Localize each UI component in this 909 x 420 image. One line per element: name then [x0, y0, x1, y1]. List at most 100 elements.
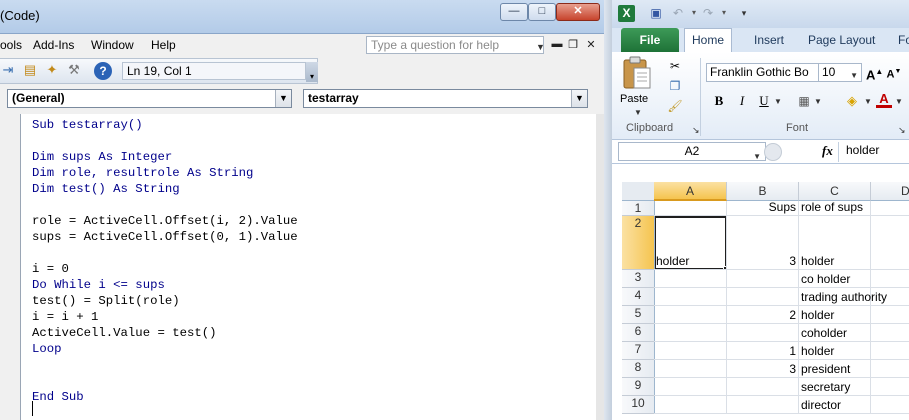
minimize-button[interactable]: —	[500, 3, 528, 21]
cell-a2[interactable]: holder	[654, 216, 727, 270]
column-header-a[interactable]: A	[654, 182, 727, 201]
cell-c8[interactable]: president	[799, 360, 871, 378]
cell-a4[interactable]	[654, 288, 727, 306]
object-dropdown[interactable]: (General) ▼	[7, 89, 292, 108]
tab-insert[interactable]: Insert	[754, 33, 784, 47]
cell-c7[interactable]: holder	[799, 342, 871, 360]
code-line[interactable]	[32, 133, 298, 149]
code-line[interactable]	[32, 357, 298, 373]
cell-c9[interactable]: secretary	[799, 378, 871, 396]
redo-icon[interactable]: ↷	[700, 5, 716, 21]
tab-formulas[interactable]: Fo	[898, 33, 909, 47]
grow-font-icon[interactable]: A▲	[866, 63, 883, 82]
excel-logo-icon[interactable]: X	[618, 5, 635, 22]
code-line[interactable]: Sub testarray()	[32, 117, 298, 133]
cell-d8[interactable]	[871, 360, 909, 378]
mdi-minimize-icon[interactable]: ▬	[550, 38, 564, 50]
chevron-down-icon[interactable]: ▼	[571, 90, 587, 107]
code-line[interactable]: End Sub	[32, 389, 298, 405]
code-line[interactable]: Do While i <= sups	[32, 277, 298, 293]
close-button[interactable]: ✕	[556, 3, 600, 21]
code-line[interactable]: i = 0	[32, 261, 298, 277]
cell-c4[interactable]: trading authority	[799, 288, 887, 306]
cell-d9[interactable]	[871, 378, 909, 396]
code-line[interactable]	[32, 373, 298, 389]
object-browser-icon[interactable]: ✦	[44, 62, 60, 78]
cell-a7[interactable]	[654, 342, 727, 360]
cell-b8[interactable]: 3	[727, 360, 799, 378]
cell-a3[interactable]	[654, 270, 727, 288]
indent-icon[interactable]: ⇥	[0, 62, 16, 78]
maximize-button[interactable]: □	[528, 3, 556, 21]
cell-d5[interactable]	[871, 306, 909, 324]
font-color-icon[interactable]: A	[876, 92, 892, 108]
customize-qat-icon[interactable]: ▾	[736, 5, 752, 21]
code-text[interactable]: Sub testarray() Dim sups As Integer Dim ro…	[32, 117, 298, 405]
paste-dropdown-icon[interactable]: ▼	[634, 108, 642, 117]
procedure-dropdown[interactable]: testarray ▼	[303, 89, 588, 108]
cell-d10[interactable]	[871, 396, 909, 414]
mdi-close-icon[interactable]: ✕	[584, 38, 598, 51]
menu-tools[interactable]: ools	[0, 38, 22, 52]
copy-icon[interactable]: ❐	[667, 78, 683, 94]
cell-b1[interactable]: Sups	[727, 200, 799, 216]
font-size-select[interactable]: 10 ▼	[818, 63, 862, 82]
tab-page-layout[interactable]: Page Layout	[808, 33, 875, 47]
cell-b2[interactable]: 3	[727, 216, 799, 270]
code-line[interactable]: sups = ActiveCell.Offset(0, 1).Value	[32, 229, 298, 245]
cell-b6[interactable]	[727, 324, 799, 342]
paste-icon[interactable]	[622, 56, 652, 90]
cell-b10[interactable]	[727, 396, 799, 414]
row-header[interactable]: 10	[622, 396, 655, 414]
format-painter-icon[interactable]: 🖌	[667, 98, 683, 114]
cell-a1[interactable]	[654, 201, 727, 216]
help-dropdown-icon[interactable]: ▼	[536, 42, 545, 52]
chevron-down-icon[interactable]: ▼	[753, 148, 761, 165]
save-icon[interactable]: ▣	[648, 5, 664, 21]
cell-d4[interactable]	[871, 288, 909, 306]
code-line[interactable]: Dim test() As String	[32, 181, 298, 197]
underline-dropdown-icon[interactable]: ▼	[774, 97, 782, 106]
fill-color-icon[interactable]: ◈	[844, 92, 860, 110]
shrink-font-icon[interactable]: A▼	[886, 63, 902, 81]
cell-d1[interactable]	[871, 201, 909, 216]
cell-a8[interactable]	[654, 360, 727, 378]
column-header-c[interactable]: C	[799, 182, 871, 201]
help-search-input[interactable]: Type a question for help	[366, 36, 544, 54]
insert-function-icon[interactable]: fx	[822, 143, 833, 159]
cell-b4[interactable]	[727, 288, 799, 306]
cell-c5[interactable]: holder	[799, 306, 871, 324]
font-launcher-icon[interactable]: ↘	[898, 125, 906, 136]
chevron-down-icon[interactable]: ▼	[850, 68, 858, 83]
mdi-restore-icon[interactable]: ❐	[566, 38, 580, 51]
code-margin[interactable]	[0, 114, 20, 420]
column-header-b[interactable]: B	[727, 182, 799, 201]
code-line[interactable]: i = i + 1	[32, 309, 298, 325]
cell-a9[interactable]	[654, 378, 727, 396]
underline-icon[interactable]: U	[756, 92, 772, 110]
toolbox-icon[interactable]: ⚒	[66, 62, 82, 78]
cell-a5[interactable]	[654, 306, 727, 324]
code-editor[interactable]: Sub testarray() Dim sups As Integer Dim ro…	[20, 114, 596, 420]
code-line[interactable]: Dim role, resultrole As String	[32, 165, 298, 181]
redo-dropdown-icon[interactable]: ▾	[716, 5, 732, 21]
cut-icon[interactable]: ✂	[667, 58, 683, 74]
chevron-down-icon[interactable]: ▼	[275, 90, 291, 107]
cell-b7[interactable]: 1	[727, 342, 799, 360]
tab-file[interactable]: File	[621, 28, 679, 52]
cell-a6[interactable]	[654, 324, 727, 342]
cell-b9[interactable]	[727, 378, 799, 396]
cell-d6[interactable]	[871, 324, 909, 342]
cell-a10[interactable]	[654, 396, 727, 414]
cell-c3[interactable]: co holder	[799, 270, 871, 288]
italic-icon[interactable]: I	[734, 92, 750, 110]
code-line[interactable]: Dim sups As Integer	[32, 149, 298, 165]
code-line[interactable]: ActiveCell.Value = test()	[32, 325, 298, 341]
cell-c10[interactable]: director	[799, 396, 871, 414]
menu-window[interactable]: Window	[91, 38, 134, 52]
code-line[interactable]	[32, 245, 298, 261]
column-header-d[interactable]: D	[871, 182, 909, 201]
toolbar-options-icon[interactable]: ▾	[306, 62, 318, 82]
borders-icon[interactable]: ▦	[796, 92, 812, 110]
help-icon[interactable]: ?	[94, 62, 112, 80]
